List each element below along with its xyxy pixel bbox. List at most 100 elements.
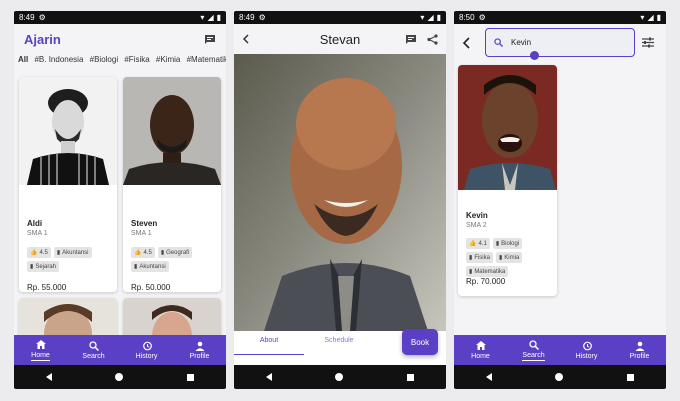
tab-schedule[interactable]: Schedule <box>304 331 374 355</box>
status-icons: ▾ ◢ ▮ <box>420 13 441 22</box>
tutor-price: Rp. 70.000 <box>466 277 506 286</box>
nav-search[interactable]: Search <box>74 340 114 360</box>
search-input[interactable]: Kevin <box>485 28 635 60</box>
signal-icon: ◢ <box>647 13 654 22</box>
status-time: 8:50 <box>459 13 475 22</box>
tutor-tags: 👍 4.5 ▮ Geografi ▮ Akuntansi <box>131 247 215 272</box>
chip-fisika[interactable]: #Fisika <box>124 55 149 64</box>
bottom-navigation: Home Search History Profile <box>14 335 226 365</box>
nav-search[interactable]: Search <box>514 339 554 361</box>
recents-icon[interactable] <box>627 373 635 381</box>
tutor-name: Steven <box>131 219 158 228</box>
subject-tag: ▮ Biologi <box>492 238 523 249</box>
system-nav-bar <box>454 365 666 389</box>
nav-history[interactable]: History <box>567 341 607 360</box>
status-icons: ▾ ◢ ▮ <box>200 13 221 22</box>
battery-icon: ▮ <box>436 13 441 22</box>
phone-home-screen: 8:49 ⚙ ▾ ◢ ▮ Ajarin All #B. Indonesia #B… <box>14 11 226 389</box>
book-icon: ▮ <box>30 264 34 270</box>
history-icon <box>142 341 152 351</box>
book-icon: ▮ <box>495 241 500 247</box>
settings-gear-icon: ⚙ <box>38 13 46 22</box>
phone-detail-screen: 8:49 ⚙ ▾ ◢ ▮ Stevan About Schedule Book <box>234 11 446 389</box>
status-time: 8:49 <box>19 13 35 22</box>
battery-icon: ▮ <box>656 13 661 22</box>
back-icon[interactable] <box>265 373 272 381</box>
thumbs-up-icon: 👍 <box>30 250 38 256</box>
status-icons: ▾ ◢ ▮ <box>640 13 661 22</box>
detail-app-bar: Stevan <box>234 24 446 54</box>
book-icon: ▮ <box>469 255 473 261</box>
tutor-price: Rp. 50.000 <box>131 283 171 292</box>
back-icon[interactable] <box>45 373 52 381</box>
filter-icon[interactable] <box>642 37 654 48</box>
thumbs-up-icon: 👍 <box>469 241 477 247</box>
subject-tag: ▮ Sejarah <box>27 261 59 272</box>
history-icon <box>582 341 592 351</box>
app-bar: Ajarin <box>14 24 226 54</box>
book-icon: ▮ <box>160 250 165 256</box>
tutor-card-kevin[interactable]: Kevin SMA 2 👍 4.1 ▮ Biologi ▮ Fisika ▮ Kimia… <box>458 65 557 296</box>
home-icon <box>35 340 46 350</box>
subject-tag: ▮ Akuntansi <box>131 261 169 272</box>
search-icon <box>88 340 99 351</box>
tutor-tags: 👍 4.1 ▮ Biologi ▮ Fisika ▮ Kimia ▮ Matematika <box>466 238 551 277</box>
signal-icon: ◢ <box>427 13 434 22</box>
subject-tag: ▮ Geografi <box>157 247 193 258</box>
tutor-tags: 👍 4.5 ▮ Akuntansi ▮ Sejarah <box>27 247 111 272</box>
settings-gear-icon: ⚙ <box>478 13 486 22</box>
chip-all[interactable]: All <box>18 55 28 64</box>
share-icon[interactable] <box>427 33 438 45</box>
text-cursor-handle[interactable] <box>530 51 539 60</box>
tutor-photo <box>458 65 557 190</box>
status-time: 8:49 <box>239 13 255 22</box>
tutor-name: Aldi <box>27 219 43 228</box>
recents-icon[interactable] <box>187 373 195 381</box>
nav-home[interactable]: Home <box>21 340 61 361</box>
recents-icon[interactable] <box>407 373 415 381</box>
chat-icon[interactable] <box>204 34 216 45</box>
nav-profile[interactable]: Profile <box>180 341 220 360</box>
tutor-card-steven[interactable]: Steven SMA 1 👍 4.5 ▮ Geografi ▮ Akuntansi R… <box>123 77 221 292</box>
tutor-school: SMA 2 <box>466 222 487 229</box>
tutor-card-aldi[interactable]: Aldi SMA 1 👍 4.5 ▮ Akuntansi ▮ Sejarah Rp. … <box>19 77 117 292</box>
book-icon: ▮ <box>134 264 138 270</box>
search-icon <box>494 38 503 47</box>
status-bar: 8:49 ⚙ ▾ ◢ ▮ <box>14 11 226 24</box>
chat-icon[interactable] <box>405 34 417 45</box>
subject-tag: ▮ Fisika <box>466 252 493 263</box>
tab-about[interactable]: About <box>234 331 304 355</box>
rating-badge: 👍 4.5 <box>131 247 155 258</box>
nav-home[interactable]: Home <box>461 341 501 360</box>
tutor-hero-photo <box>234 54 446 331</box>
tab-content <box>234 355 446 365</box>
app-title: Ajarin <box>24 31 61 47</box>
home-circle-icon[interactable] <box>115 373 124 381</box>
battery-icon: ▮ <box>216 13 221 22</box>
signal-icon: ◢ <box>207 13 214 22</box>
system-nav-bar <box>234 365 446 389</box>
home-circle-icon[interactable] <box>335 373 344 381</box>
rating-badge: 👍 4.1 <box>466 238 490 249</box>
book-button[interactable]: Book <box>402 329 438 355</box>
subject-tag: ▮ Akuntansi <box>53 247 92 258</box>
chip-biologi[interactable]: #Biologi <box>90 55 118 64</box>
home-circle-icon[interactable] <box>555 373 564 381</box>
tutor-name: Kevin <box>466 211 488 220</box>
profile-icon <box>635 341 645 351</box>
nav-profile[interactable]: Profile <box>620 341 660 360</box>
wifi-icon: ▾ <box>420 13 425 22</box>
profile-icon <box>195 341 205 351</box>
settings-gear-icon: ⚙ <box>258 13 266 22</box>
book-icon: ▮ <box>498 255 503 261</box>
book-icon: ▮ <box>56 250 61 256</box>
search-icon <box>528 339 539 350</box>
status-bar: 8:50 ⚙ ▾ ◢ ▮ <box>454 11 666 24</box>
chip-kimia[interactable]: #Kimia <box>156 55 180 64</box>
stage: 8:49 ⚙ ▾ ◢ ▮ Ajarin All #B. Indonesia #B… <box>0 0 680 401</box>
back-icon[interactable] <box>485 373 492 381</box>
nav-history[interactable]: History <box>127 341 167 360</box>
back-arrow-icon[interactable] <box>462 37 471 49</box>
chip-b-indonesia[interactable]: #B. Indonesia <box>34 55 83 64</box>
chip-matematik[interactable]: #Matematik <box>187 55 226 64</box>
